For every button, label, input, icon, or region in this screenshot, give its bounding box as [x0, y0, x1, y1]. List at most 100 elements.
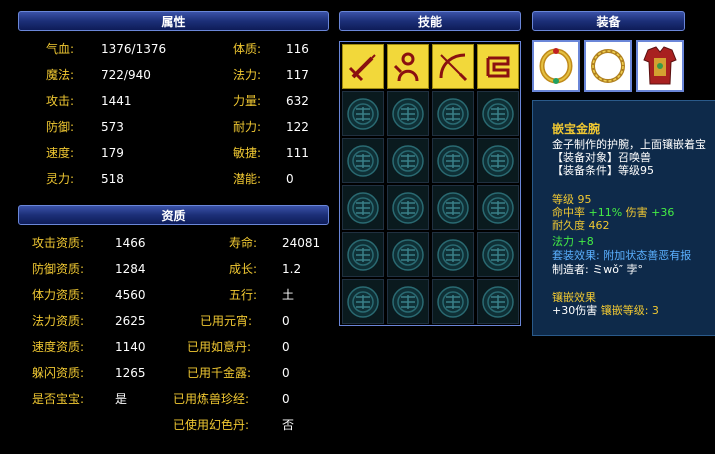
apt-value-speed: 1140: [115, 340, 146, 354]
empty-skill-slot[interactable]: [477, 91, 519, 136]
tooltip-condition: 【装备条件】等级95: [552, 164, 654, 177]
attr-label-speed: 速度:: [46, 146, 75, 160]
equip-slot-2[interactable]: [584, 40, 632, 92]
empty-skill-slot[interactable]: [477, 185, 519, 230]
emblem-icon: [392, 144, 424, 177]
attr-label-endurance: 耐力:: [233, 120, 262, 134]
empty-skill-slot[interactable]: [387, 91, 429, 136]
apt-label-attack: 攻击资质:: [32, 236, 85, 250]
apt-label-huanse: 已使用幻色丹:: [173, 418, 250, 432]
emblem-icon: [347, 97, 379, 130]
tooltip-target: 【装备对象】召唤兽: [552, 151, 651, 164]
emblem-icon: [347, 191, 379, 224]
apt-label-growth: 成长:: [229, 262, 258, 276]
figure-icon: [393, 52, 419, 81]
attr-value-speed: 179: [101, 146, 124, 160]
attr-label-hp: 气血:: [46, 42, 75, 56]
attr-value-agility: 111: [286, 146, 309, 160]
bow-icon: [439, 53, 468, 81]
apt-value-ruyidan: 0: [282, 340, 290, 354]
tooltip-description: 金子制作的护腕，上面镶嵌着宝: [552, 138, 706, 151]
skill-slot-4[interactable]: [477, 44, 519, 89]
empty-skill-slot[interactable]: [477, 279, 519, 324]
empty-skill-slot[interactable]: [387, 232, 429, 277]
empty-skill-slot[interactable]: [342, 279, 384, 324]
empty-skill-slot[interactable]: [477, 138, 519, 183]
attributes-header: 属性: [18, 11, 329, 31]
emblem-icon: [437, 97, 469, 130]
emblem-icon: [437, 285, 469, 318]
emblem-icon: [482, 97, 514, 130]
empty-skill-slot[interactable]: [432, 91, 474, 136]
skill-slot-3[interactable]: [432, 44, 474, 89]
apt-value-huanse: 否: [282, 418, 295, 432]
empty-skill-slot[interactable]: [432, 232, 474, 277]
necklace-icon: [591, 49, 625, 83]
emblem-icon: [482, 285, 514, 318]
apt-value-yuanxiao: 0: [282, 314, 290, 328]
attr-value-potential: 0: [286, 172, 294, 186]
empty-skill-slot[interactable]: [342, 138, 384, 183]
equipment-strip: [532, 40, 684, 94]
attr-value-magic: 117: [286, 68, 309, 82]
empty-skill-slot[interactable]: [432, 279, 474, 324]
attr-label-constitution: 体质:: [233, 42, 262, 56]
attr-label-mp: 魔法:: [46, 68, 75, 82]
skill-slot-1[interactable]: [342, 44, 384, 89]
empty-skill-slot[interactable]: [342, 232, 384, 277]
attr-value-mp: 722/940: [101, 68, 151, 82]
apt-label-magic: 法力资质:: [32, 314, 85, 328]
empty-skill-slot[interactable]: [387, 279, 429, 324]
attr-value-attack: 1441: [101, 94, 132, 108]
attr-value-defense: 573: [101, 120, 124, 134]
empty-skill-slot[interactable]: [387, 138, 429, 183]
attr-value-hp: 1376/1376: [101, 42, 167, 56]
empty-skill-slot[interactable]: [342, 185, 384, 230]
empty-skill-slot[interactable]: [387, 185, 429, 230]
attr-label-defense: 防御:: [46, 120, 75, 134]
apt-value-growth: 1.2: [282, 262, 302, 276]
apt-label-defense: 防御资质:: [32, 262, 85, 276]
item-tooltip: 嵌宝金腕 金子制作的护腕，上面镶嵌着宝 【装备对象】召唤兽 【装备条件】等级95…: [532, 100, 715, 336]
emblem-icon: [392, 191, 424, 224]
apt-value-element: 土: [282, 288, 295, 302]
tooltip-damage-label: 伤害: [622, 206, 652, 219]
emblem-icon: [347, 144, 379, 177]
empty-skill-slot[interactable]: [432, 185, 474, 230]
sword-icon: [348, 53, 376, 81]
equip-slot-1[interactable]: [532, 40, 580, 92]
apt-value-dodge: 1265: [115, 366, 146, 380]
emblem-icon: [437, 144, 469, 177]
emblem-icon: [437, 238, 469, 271]
tooltip-inlay-level: 镶嵌等级: 3: [600, 304, 659, 317]
armor-icon: [643, 46, 677, 85]
attr-value-spirit: 518: [101, 172, 124, 186]
attr-label-strength: 力量:: [233, 94, 262, 108]
skills-header: 技能: [339, 11, 521, 31]
emblem-icon: [392, 97, 424, 130]
emblem-icon: [392, 285, 424, 318]
apt-label-lianshou: 已用炼兽珍经:: [173, 392, 250, 406]
tooltip-durability: 耐久度 462: [552, 219, 610, 232]
attr-value-endurance: 122: [286, 120, 309, 134]
empty-skill-slot[interactable]: [477, 232, 519, 277]
equip-slot-3[interactable]: [636, 40, 684, 92]
emblem-icon: [482, 191, 514, 224]
empty-skill-slot[interactable]: [432, 138, 474, 183]
aptitude-header: 资质: [18, 205, 329, 225]
skills-grid: [339, 41, 521, 326]
bracelet-icon: [539, 48, 573, 84]
emblem-icon: [437, 191, 469, 224]
attr-value-strength: 632: [286, 94, 309, 108]
empty-skill-slot[interactable]: [342, 91, 384, 136]
tooltip-set-effect: 套装效果: 附加状态善恶有报: [552, 249, 692, 262]
apt-label-qianjinlu: 已用千金露:: [187, 366, 252, 380]
attr-label-magic: 法力:: [233, 68, 262, 82]
scroll-icon: [486, 56, 510, 77]
attr-label-attack: 攻击:: [46, 94, 75, 108]
skill-slot-2[interactable]: [387, 44, 429, 89]
equipment-header: 装备: [532, 11, 685, 31]
apt-value-magic: 2625: [115, 314, 146, 328]
apt-value-hp: 4560: [115, 288, 146, 302]
apt-label-ruyidan: 已用如意丹:: [187, 340, 252, 354]
